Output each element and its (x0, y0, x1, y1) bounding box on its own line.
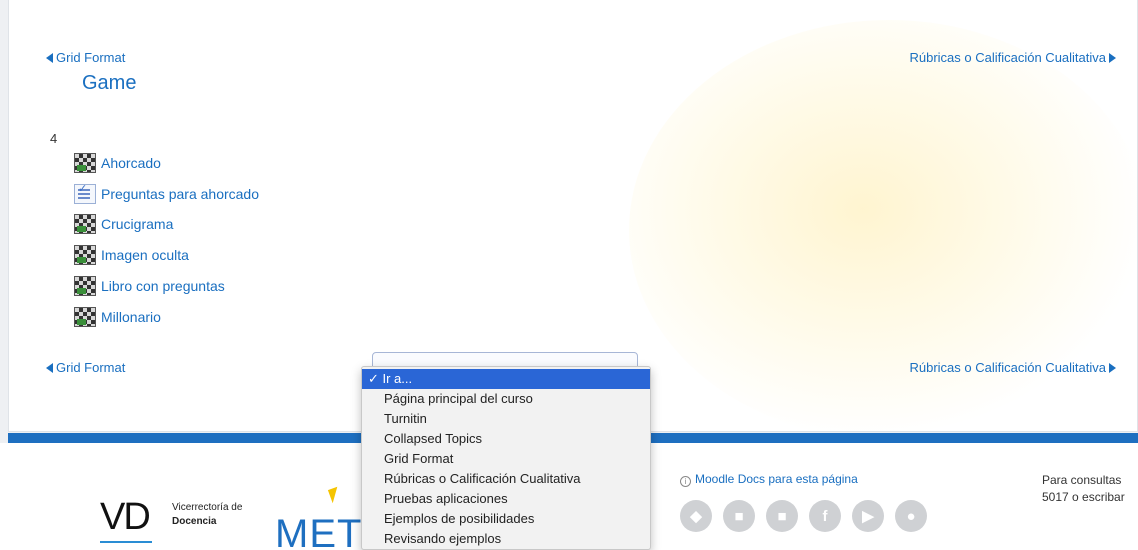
prev-section-label: Grid Format (56, 360, 126, 375)
apple-icon[interactable]: ■ (723, 500, 755, 532)
arrow-left-icon (46, 53, 53, 63)
vd-logo: VD (100, 496, 151, 538)
option-pruebas-aplicaciones[interactable]: Pruebas aplicaciones (362, 489, 650, 509)
activity-label: Imagen oculta (101, 247, 189, 263)
section-number: 4 (50, 131, 58, 146)
vd-org-line1: Vicerrectoría de (172, 502, 243, 513)
prev-section-link-top[interactable]: Grid Format (46, 50, 125, 65)
windows-icon[interactable]: ■ (766, 500, 798, 532)
option-grid-format[interactable]: Grid Format (362, 449, 650, 469)
activity-ahorcado[interactable]: Ahorcado (74, 151, 161, 175)
arrow-right-icon (1109, 363, 1116, 373)
option-revisando-ejemplos[interactable]: Revisando ejemplos (362, 529, 650, 549)
activity-imagen-oculta[interactable]: Imagen oculta (74, 243, 189, 267)
option-collapsed-topics[interactable]: Collapsed Topics (362, 429, 650, 449)
prev-section-label: Grid Format (56, 50, 126, 65)
arrow-right-icon (1109, 53, 1116, 63)
jump-to-dropdown[interactable]: ✓ Ir a... Página principal del curso Tur… (361, 366, 651, 550)
next-section-link-bottom[interactable]: Rúbricas o Calificación Cualitativa (909, 360, 1116, 375)
info-icon: i (680, 476, 691, 487)
facebook-icon[interactable]: f (809, 500, 841, 532)
game-icon (74, 214, 96, 234)
youtube-icon[interactable]: ▶ (852, 500, 884, 532)
option-turnitin[interactable]: Turnitin (362, 409, 650, 429)
activity-label: Ahorcado (101, 155, 161, 171)
activity-millonario[interactable]: Millonario (74, 305, 161, 329)
option-rubricas[interactable]: Rúbricas o Calificación Cualitativa (362, 469, 650, 489)
contact-line2: 5017 o escribar (1042, 490, 1125, 504)
option-ejemplos-posibilidades[interactable]: Ejemplos de posibilidades (362, 509, 650, 529)
game-icon (74, 307, 96, 327)
activity-libro-con-preguntas[interactable]: Libro con preguntas (74, 274, 225, 298)
next-section-label: Rúbricas o Calificación Cualitativa (909, 50, 1106, 65)
activity-label: Preguntas para ahorcado (101, 186, 259, 202)
quiz-icon (74, 182, 96, 204)
option-ir-a[interactable]: ✓ Ir a... (362, 369, 650, 389)
activity-label: Libro con preguntas (101, 278, 225, 294)
prev-section-link-bottom[interactable]: Grid Format (46, 360, 125, 375)
vd-org-name: Vicerrectoría de Docencia (172, 501, 242, 529)
metic-logo: METI (275, 512, 375, 550)
option-pagina-principal[interactable]: Página principal del curso (362, 389, 650, 409)
game-icon (74, 245, 96, 265)
next-section-link-top[interactable]: Rúbricas o Calificación Cualitativa (909, 50, 1116, 65)
arrow-left-icon (46, 363, 53, 373)
activity-crucigrama[interactable]: Crucigrama (74, 212, 173, 236)
next-section-label: Rúbricas o Calificación Cualitativa (909, 360, 1106, 375)
section-title: Game (82, 72, 137, 94)
android-icon[interactable]: ◆ (680, 500, 712, 532)
web-icon[interactable]: ● (895, 500, 927, 532)
moodle-docs-label: Moodle Docs para esta página (695, 472, 858, 486)
activity-label: Millonario (101, 309, 161, 325)
activity-preguntas-para-ahorcado[interactable]: Preguntas para ahorcado (74, 182, 259, 206)
moodle-docs-link[interactable]: i Moodle Docs para esta página (680, 472, 858, 487)
game-icon (74, 276, 96, 296)
activity-label: Crucigrama (101, 216, 174, 232)
vd-org-line2: Docencia (172, 516, 217, 527)
vd-logo-underline (100, 541, 152, 543)
contact-info: Para consultas 5017 o escribar (1042, 472, 1125, 506)
contact-line1: Para consultas (1042, 473, 1122, 487)
game-icon (74, 153, 96, 173)
